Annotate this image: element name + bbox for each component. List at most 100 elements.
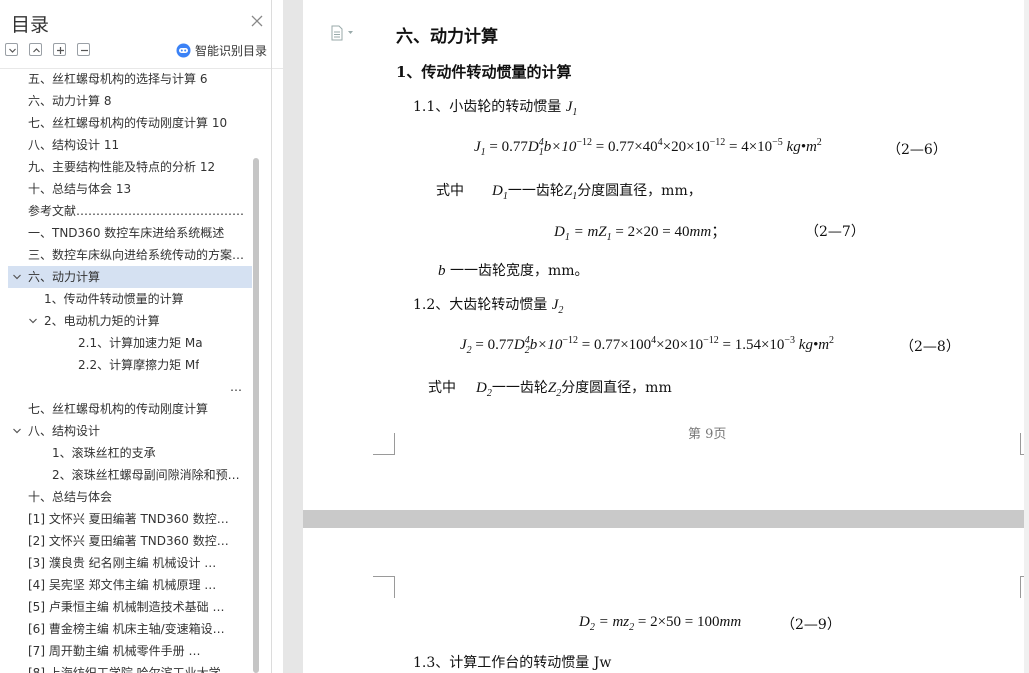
where-label: 式中 (436, 183, 464, 199)
where-text: 分度圆直径，mm， (577, 183, 702, 199)
eq-text: ×20×10 (656, 337, 704, 353)
subheading-1-1: 1.1、小齿轮的转动惯量 J1 (413, 96, 577, 118)
b-definition: b 一一齿轮宽度，mm。 (438, 260, 589, 280)
toc-item-label: 六、动力计算 8 (28, 94, 112, 108)
equation-number: （2—8） (900, 339, 960, 355)
toc-item[interactable]: 九、主要结构性能及特点的分析 12 (8, 156, 252, 178)
eq-text: = 0.77×100 (578, 337, 652, 353)
toc-item[interactable]: 参考文献…………………………………………… (8, 200, 252, 222)
where-line-2: 式中 D2一一齿轮Z2分度圆直径，mm (428, 377, 672, 399)
toc-item[interactable]: [5] 卢秉恒主编 机械制造技术基础 … (8, 596, 252, 618)
eq-symbol: D (554, 224, 565, 240)
eq-text: = mz (594, 614, 630, 630)
toc-item-label: [2] 文怀兴 夏田编著 TND360 数控… (28, 534, 229, 548)
subheading-1-2: 1.2、大齿轮转动惯量 J2 (413, 294, 563, 316)
toc-item-label: [4] 吴宪坚 郑文伟主编 机械原理 … (28, 578, 217, 592)
toc-item[interactable]: 十、总结与体会 13 (8, 178, 252, 200)
toc-item[interactable]: … (8, 376, 252, 398)
toc-item-label: 九、主要结构性能及特点的分析 12 (28, 160, 216, 174)
eq-symbol: J (460, 337, 467, 353)
toc-item[interactable]: [2] 文怀兴 夏田编著 TND360 数控… (8, 530, 252, 552)
subscript: 1 (572, 107, 578, 118)
toc-item-label: [1] 文怀兴 夏田编著 TND360 数控… (28, 512, 229, 526)
minus-icon (81, 49, 88, 52)
toc-item[interactable]: 七、丝杠螺母机构的传动刚度计算 (8, 398, 252, 420)
toc-scrollbar[interactable] (253, 158, 259, 673)
symbol: Z (563, 183, 573, 199)
toc-item-label: [7] 周开勤主编 机械零件手册 … (28, 644, 201, 658)
smart-toc-button[interactable]: 智能识别目录 (176, 42, 267, 58)
toc-item[interactable]: 六、动力计算 8 (8, 90, 252, 112)
toc-item[interactable]: [4] 吴宪坚 郑文伟主编 机械原理 … (8, 574, 252, 596)
chevron-down-icon[interactable] (12, 272, 22, 282)
superscript: 2 (829, 335, 835, 346)
remove-heading-button[interactable] (77, 43, 90, 56)
toc-item-label: 1、滚珠丝杠的支承 (52, 446, 156, 460)
toc-item-label: 2.2、计算摩擦力矩 Mf (78, 358, 200, 372)
section-heading: 六、动力计算 (396, 27, 498, 47)
pane-divider[interactable] (271, 0, 272, 673)
toc-item[interactable]: 2、电动机力矩的计算 (8, 310, 252, 332)
toc-item[interactable]: 八、结构设计 (8, 420, 252, 442)
toc-item-label: 五、丝杠螺母机构的选择与计算 6 (28, 72, 208, 86)
toc-item-label: 十、总结与体会 13 (28, 182, 132, 196)
plus-icon (57, 47, 64, 54)
subheading-1-3: 1.3、计算工作台的转动惯量 Jw (413, 655, 612, 671)
toc-item[interactable]: 七、丝杠螺母机构的传动刚度计算 10 (8, 112, 252, 134)
toc-item[interactable]: [1] 文怀兴 夏田编著 TND360 数控… (8, 508, 252, 530)
close-icon[interactable] (250, 14, 264, 28)
unit: kg•m (782, 139, 817, 155)
toc-item[interactable]: 三、数控车床纵向进给系统传动的方案… (8, 244, 252, 266)
equation-number: （2—7） (805, 224, 865, 240)
toc-item[interactable]: 十、总结与体会 (8, 486, 252, 508)
toc-item[interactable]: 2、滚珠丝杠螺母副间隙消除和预… (8, 464, 252, 486)
page-gap (303, 510, 1026, 528)
eq-text: = 2×20 = 40 (611, 224, 690, 240)
superscript: 2 (816, 137, 822, 148)
toc-item[interactable]: [6] 曹金榜主编 机床主轴/变速箱设… (8, 618, 252, 640)
toc-item-label: 十、总结与体会 (28, 490, 113, 504)
toc-item[interactable]: 1、滚珠丝杠的支承 (8, 442, 252, 464)
toc-item[interactable]: 2.1、计算加速力矩 Ma (8, 332, 252, 354)
toc-item[interactable]: 2.2、计算摩擦力矩 Mf (8, 354, 252, 376)
add-heading-button[interactable] (53, 43, 66, 56)
eq-symbol: D (527, 139, 539, 155)
toc-title: 目录 (11, 14, 50, 36)
toc-item-label: [6] 曹金榜主编 机床主轴/变速箱设… (28, 622, 225, 636)
toc-item[interactable]: [8] 上海纺织工学院 哈尔滨工业大学 … (8, 662, 252, 673)
smart-toc-label: 智能识别目录 (195, 43, 268, 58)
toc-item[interactable]: [3] 濮良贵 纪名刚主编 机械设计 … (8, 552, 252, 574)
toc-item-label: [3] 濮良贵 纪名刚主编 机械设计 … (28, 556, 217, 570)
crop-mark (373, 576, 395, 598)
chevron-down-icon[interactable] (12, 426, 22, 436)
eq-text: b×10 (529, 337, 563, 353)
toc-item[interactable]: [7] 周开勤主编 机械零件手册 … (8, 640, 252, 662)
expand-all-button[interactable] (5, 43, 18, 56)
toc-item-label: 2、滚珠丝杠螺母副间隙消除和预… (52, 468, 240, 482)
toc-item[interactable]: 1、传动件转动惯量的计算 (8, 288, 252, 310)
collapse-all-button[interactable] (29, 43, 42, 56)
equation-2-7: D1 = mZ1 = 2×20 = 40mm； (554, 220, 726, 243)
toc-item-label: [8] 上海纺织工学院 哈尔滨工业大学 … (28, 666, 237, 673)
toc-item-label: 八、结构设计 11 (28, 138, 120, 152)
document-icon[interactable] (331, 25, 355, 41)
eq-text: = 0.77×40 (592, 139, 658, 155)
toc-item[interactable]: 一、TND360 数控车床进给系统概述 (8, 222, 252, 244)
toc-panel: 目录 智能识别目录 五、丝杠螺母机构的选择与计算 6 六、动力计算 8 七、丝杠螺母… (0, 0, 283, 673)
equation-2-8: J2 = 0.77D24b×10−12 = 0.77×1004×20×10−12… (460, 335, 834, 356)
equation-2-9: D2 = mz2 = 2×50 = 100mm (579, 614, 741, 633)
superscript: −12 (576, 137, 592, 148)
toc-item-label: [5] 卢秉恒主编 机械制造技术基础 … (28, 600, 225, 614)
toc-item-label: 七、丝杠螺母机构的传动刚度计算 10 (28, 116, 228, 130)
subheading-text: 1.1、小齿轮的转动惯量 (413, 99, 562, 115)
symbol: D (492, 183, 503, 199)
unit: mm (719, 614, 742, 630)
superscript: −12 (562, 335, 578, 346)
eq-text: ×20×10 (662, 139, 710, 155)
toc-item[interactable]: 八、结构设计 11 (8, 134, 252, 156)
toc-item-label: 八、结构设计 (28, 424, 101, 438)
toc-item[interactable]: 六、动力计算 (8, 266, 252, 288)
chevron-down-icon[interactable] (28, 316, 38, 326)
document-scrollbar[interactable] (1024, 0, 1029, 673)
toc-item[interactable]: 五、丝杠螺母机构的选择与计算 6 (8, 68, 252, 90)
